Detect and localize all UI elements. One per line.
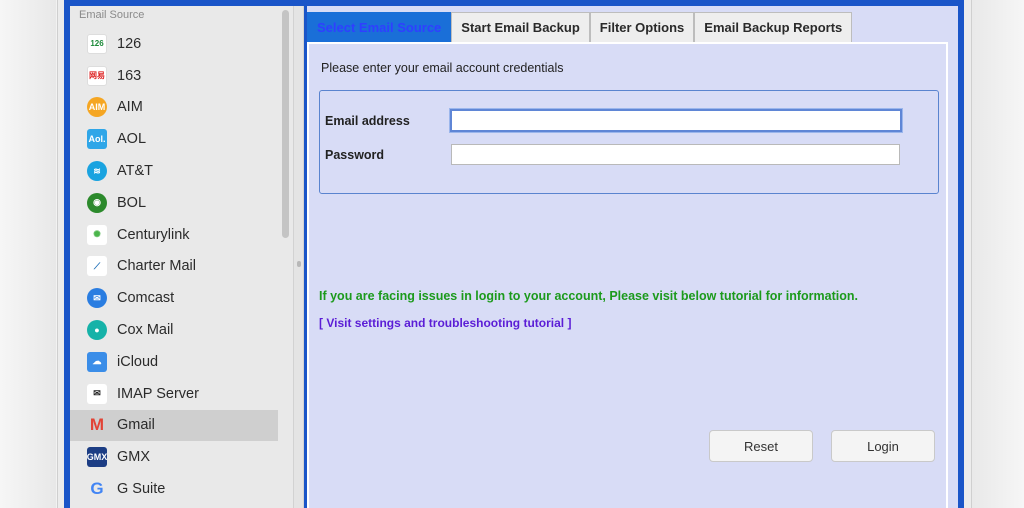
att-icon: ≋ [87,161,107,182]
sidebar-item-label: Charter Mail [117,258,196,275]
left-backdrop [0,0,56,508]
sidebar-item-label: BOL [117,194,147,211]
sidebar-item-comcast[interactable]: ✉ Comcast [70,282,278,314]
centurylink-icon: ✺ [87,224,107,245]
sidebar-item-label: Gmail [117,417,155,434]
comcast-icon: ✉ [87,288,107,309]
login-help-text: If you are facing issues in login to you… [319,289,858,303]
aim-icon: AIM [87,97,107,118]
email-address-field[interactable] [450,109,902,132]
sidebar-item-aim[interactable]: AIM AIM [70,92,278,124]
right-backdrop [970,0,1024,508]
sidebar-item-label: 163 [117,67,142,84]
gsuite-icon: G [90,479,104,499]
tab-email-backup-reports[interactable]: Email Backup Reports [694,12,853,42]
sidebar-item-label: AT&T [117,163,153,180]
aol-icon: Aol. [87,129,107,150]
login-button[interactable]: Login [831,430,935,462]
sidebar-item-cox[interactable]: ● Cox Mail [70,314,278,346]
bol-icon: ◉ [87,192,107,213]
password-label: Password [325,148,385,162]
sidebar-item-bol[interactable]: ◉ BOL [70,187,278,219]
sidebar-item-126[interactable]: 126 126 [70,28,278,60]
tab-bar: Select Email Source Start Email Backup F… [307,12,853,42]
sidebar-item-label: Centurylink [117,226,190,243]
main-area: Select Email Source Start Email Backup F… [305,6,958,508]
email-source-list: 126 126 网易 163 AIM AIM Aol. AOL ≋ AT&T ◉ BOL ✺ Centur… [70,28,278,505]
cox-icon: ● [87,320,107,341]
pane-splitter[interactable] [293,6,304,508]
sidebar-item-icloud[interactable]: ☁ iCloud [70,346,278,378]
sidebar-title: Email Source [79,9,145,21]
sidebar-item-centurylink[interactable]: ✺ Centurylink [70,219,278,251]
tab-start-email-backup[interactable]: Start Email Backup [451,12,590,42]
tab-filter-options[interactable]: Filter Options [589,12,695,42]
sidebar-item-att[interactable]: ≋ AT&T [70,155,278,187]
sidebar-item-label: iCloud [117,353,159,370]
password-field[interactable] [451,144,900,165]
sidebar-item-gmx[interactable]: GMX GMX [70,441,278,473]
sidebar-item-label: GMX [117,449,151,466]
icloud-icon: ☁ [87,351,107,372]
163-icon: 网易 [87,65,107,86]
sidebar-item-charter[interactable]: ⟋ Charter Mail [70,251,278,283]
splitter-handle[interactable] [297,261,301,267]
email-address-label: Email address [325,114,410,128]
sidebar-item-label: AOL [117,131,147,148]
sidebar-item-label: IMAP Server [117,385,199,402]
sidebar-item-label: Comcast [117,290,175,307]
sidebar-item-label: 126 [117,35,142,52]
credentials-panel: Please enter your email account credenti… [307,42,948,508]
imap-icon: ✉ [87,383,107,404]
email-source-sidebar: Email Source 126 126 网易 163 AIM AIM Aol. AOL ≋ AT… [70,6,293,508]
credentials-prompt: Please enter your email account credenti… [321,61,564,75]
sidebar-item-label: Cox Mail [117,322,174,339]
troubleshooting-tutorial-link[interactable]: [ Visit settings and troubleshooting tut… [319,316,571,330]
sidebar-item-label: G Suite [117,481,166,498]
126-icon: 126 [87,33,107,54]
sidebar-item-gmail[interactable]: M Gmail [70,409,278,442]
sidebar-item-imap[interactable]: ✉ IMAP Server [70,378,278,410]
credentials-group: Email address Password [319,90,939,194]
charter-icon: ⟋ [87,256,107,277]
gmail-icon: M [89,415,105,435]
sidebar-item-label: AIM [117,99,143,116]
sidebar-scrollbar[interactable] [282,10,289,238]
sidebar-item-163[interactable]: 网易 163 [70,60,278,92]
gmx-icon: GMX [87,447,107,468]
reset-button[interactable]: Reset [709,430,813,462]
sidebar-item-aol[interactable]: Aol. AOL [70,123,278,155]
tab-select-email-source[interactable]: Select Email Source [307,12,452,42]
sidebar-item-gsuite[interactable]: G G Suite [70,473,278,505]
